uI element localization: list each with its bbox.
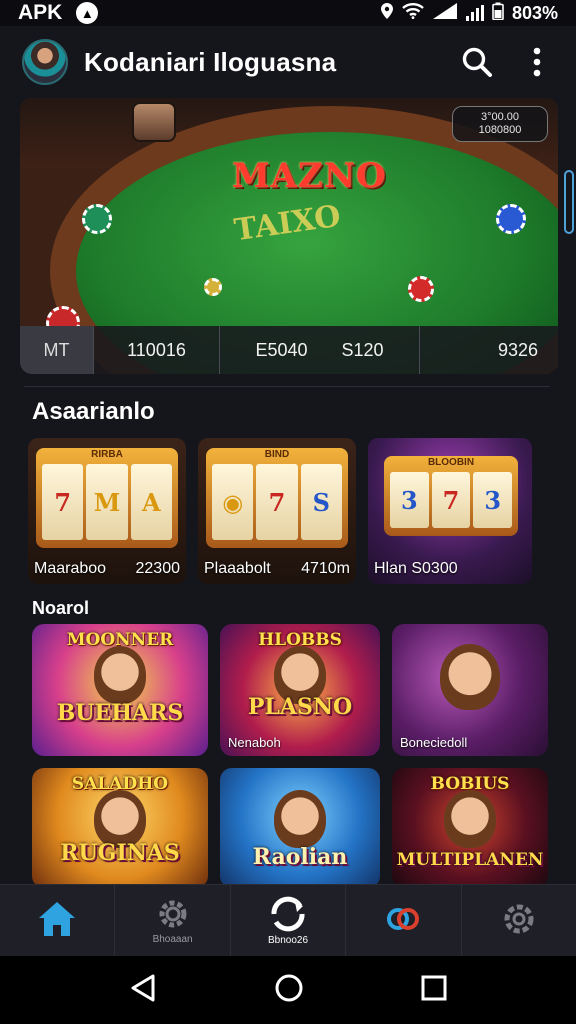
swap-circle-icon	[271, 896, 305, 931]
stat-value: 110016	[94, 326, 220, 374]
nav-games[interactable]: Bhoaaan	[115, 885, 231, 956]
game-name: Maaraboo	[34, 560, 107, 577]
game-tile-grid: MOONNER BUEHARS HLOBBS PLASNO Nenaboh Bo…	[32, 624, 548, 888]
game-tile[interactable]: Boneciedoll	[392, 624, 548, 756]
stat-value: E5040	[255, 339, 308, 360]
jackpot-badge-line2: 1080800	[478, 124, 522, 136]
nav-label: Bbnoo26	[267, 934, 309, 946]
game-value: 22300	[135, 560, 181, 577]
nav-label: Bhoaaan	[152, 933, 193, 945]
stat-percent: 9326	[497, 339, 538, 360]
home-icon	[39, 902, 76, 936]
slot-game-card[interactable]: RIRBA 7 M A Maaraboo 22300	[28, 438, 186, 584]
recents-square-icon	[421, 975, 447, 1000]
gear-icon	[159, 900, 187, 927]
slot-games-row: RIRBA 7 M A Maaraboo 22300 BIND ◉ 7 S Pl…	[28, 438, 550, 584]
app-header: Kodaniari Iloguasna	[0, 26, 576, 98]
chip-stack-icon	[496, 204, 526, 234]
game-tile[interactable]: BOBIUS MULTIPLANEN	[392, 768, 548, 888]
recents-button[interactable]	[421, 975, 447, 1006]
nav-settings[interactable]	[462, 885, 576, 956]
hero-title: MAZNO	[232, 156, 387, 196]
hero-banner[interactable]: MAZNO TAIXO 3°00.00 1080800 MT 110016 E5…	[20, 98, 558, 374]
carousel-next-handle[interactable]	[564, 170, 574, 234]
location-icon	[380, 2, 394, 25]
section-title: Noarol	[32, 598, 90, 618]
game-name: Plaaabolt	[204, 560, 271, 577]
stat-value: S120	[341, 339, 384, 360]
slot-game-card[interactable]: BIND ◉ 7 S Plaaabolt 4710m	[198, 438, 356, 584]
stats-tab[interactable]: MT	[20, 326, 94, 374]
character-portrait	[444, 790, 496, 848]
character-portrait	[94, 646, 146, 704]
nav-rewards[interactable]	[346, 885, 462, 956]
settings-icon	[504, 904, 534, 934]
slot-machine-icon: RIRBA 7 M A	[36, 448, 178, 548]
jackpot-badge-line1: 3°00.00	[480, 111, 520, 123]
game-tile[interactable]: MOONNER BUEHARS	[32, 624, 208, 756]
more-vertical-icon	[533, 47, 541, 77]
chip-stack-icon	[82, 204, 112, 234]
jackpot-badge: 3°00.00 1080800	[452, 106, 548, 142]
stat-value: 9326	[420, 326, 558, 374]
slot-game-card[interactable]: BLOOBIN 3 7 3 Hlan S0300	[368, 438, 532, 584]
character-portrait	[440, 644, 500, 710]
back-button[interactable]	[129, 973, 157, 1008]
battery-icon	[492, 2, 504, 25]
section-title: Asaarianlo	[32, 398, 155, 425]
character-portrait	[274, 790, 326, 848]
chip-stack-icon	[408, 276, 434, 302]
game-tile[interactable]: SALADHO RUGINAS	[32, 768, 208, 888]
signal-bars-icon	[465, 5, 484, 21]
wifi-icon	[402, 2, 424, 24]
home-button[interactable]	[274, 973, 304, 1008]
avatar[interactable]	[22, 39, 68, 85]
nav-home[interactable]	[0, 885, 116, 956]
home-circle-icon	[275, 974, 303, 1001]
game-value: 4710m	[301, 560, 350, 577]
carrier-label: APK	[18, 1, 63, 24]
game-tile[interactable]: Raolian	[220, 768, 380, 888]
stat-group: E5040 S120	[220, 326, 420, 374]
slot-machine-icon: BIND ◉ 7 S	[206, 448, 348, 548]
system-nav-bar	[0, 956, 576, 1024]
hero-stats-bar: MT 110016 E5040 S120 9326	[20, 326, 558, 374]
battery-level: 803%	[511, 2, 558, 23]
slot-machine-icon: BLOOBIN 3 7 3	[384, 456, 518, 536]
search-button[interactable]	[460, 45, 494, 79]
link-rings-icon	[387, 908, 420, 930]
divider	[24, 386, 550, 387]
back-triangle-icon	[131, 974, 155, 1001]
game-name: Hlan S0300	[374, 560, 458, 577]
cell-signal-icon	[432, 2, 458, 25]
game-tile[interactable]: HLOBBS PLASNO Nenaboh	[220, 624, 380, 756]
chip-stack-icon	[204, 278, 222, 296]
dealer-figure	[132, 102, 176, 142]
more-options-button[interactable]	[520, 45, 554, 79]
status-bar: APK ▲ 803%	[0, 0, 576, 26]
page-title: Kodaniari Iloguasna	[84, 46, 337, 77]
search-icon	[462, 47, 492, 77]
bottom-nav: Bhoaaan Bbnoo26	[0, 884, 576, 956]
app-badge-icon: ▲	[76, 2, 99, 24]
nav-promotions[interactable]: Bbnoo26	[231, 885, 347, 956]
